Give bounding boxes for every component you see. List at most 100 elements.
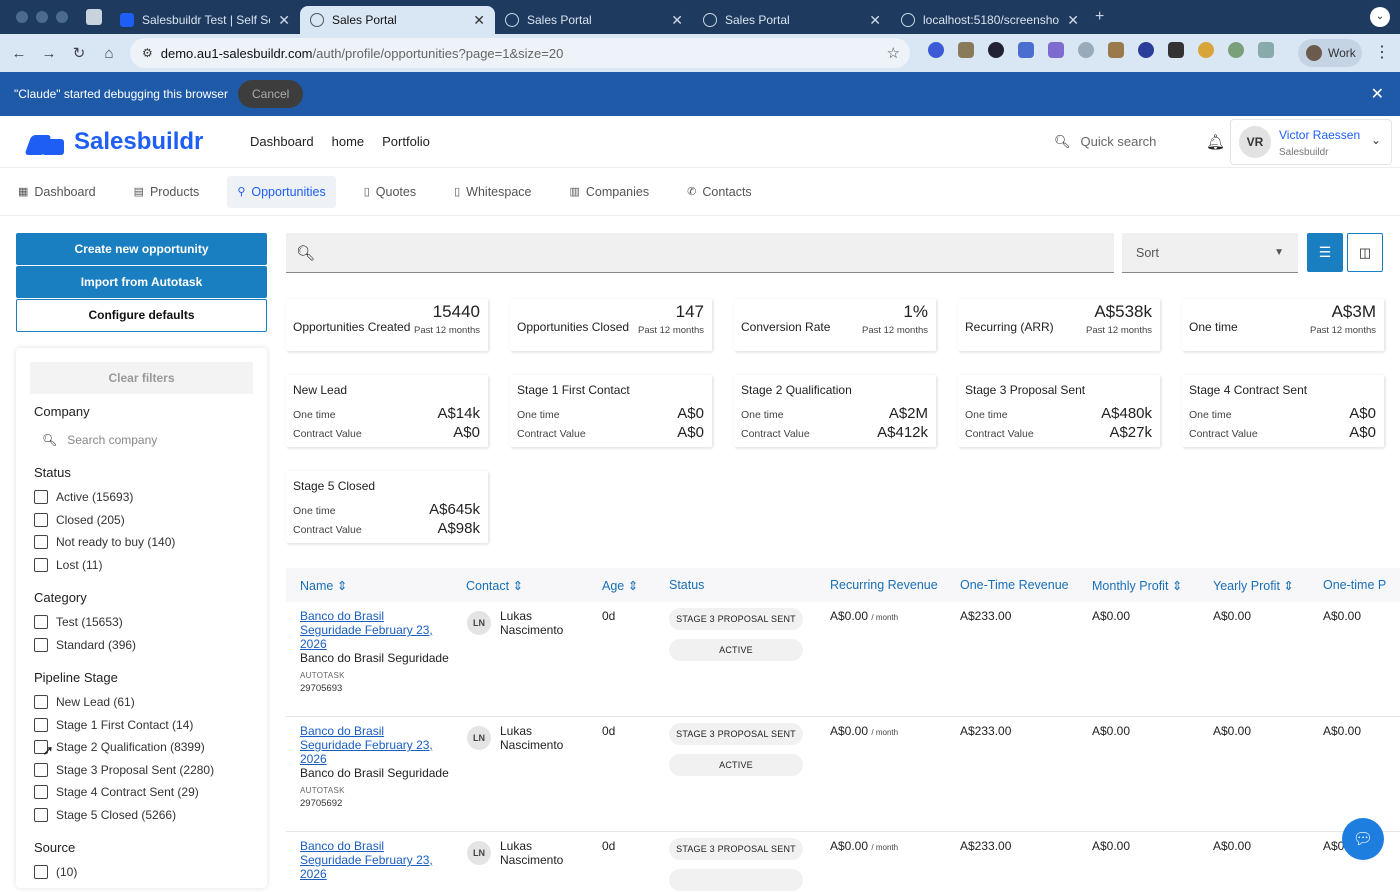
table-row[interactable]: Banco do Brasil Seguridade February 23, … — [286, 832, 1400, 892]
extension-icon[interactable] — [1168, 42, 1184, 58]
status-checkbox[interactable]: Closed (205) — [34, 509, 253, 532]
clear-filters-button[interactable]: Clear filters — [30, 362, 253, 394]
stage-card[interactable]: Stage 3 Proposal Sent One time A$480k Co… — [958, 375, 1160, 447]
extension-icon[interactable] — [1108, 42, 1124, 58]
table-row[interactable]: Banco do Brasil Seguridade February 23, … — [286, 717, 1400, 832]
sort-select[interactable]: Sort ▼ — [1122, 233, 1298, 273]
pipeline-checkbox[interactable]: New Lead (61) — [34, 691, 253, 714]
opportunity-link[interactable]: Banco do Brasil Seguridade February 23, … — [300, 724, 445, 766]
brand-logo[interactable]: Salesbuildr — [28, 128, 203, 156]
tab-list-chevron-icon[interactable]: ⌄ — [1370, 7, 1390, 27]
new-tab-icon[interactable]: + — [1095, 8, 1104, 26]
column-header-recurring[interactable]: Recurring Revenue — [830, 578, 938, 592]
pipeline-checkbox[interactable]: Stage 2 Qualification (8399) — [34, 736, 253, 759]
tab-whitespace[interactable]: ▯ Whitespace — [444, 176, 541, 208]
forward-icon[interactable]: → — [34, 45, 64, 62]
bookmark-star-icon[interactable]: ☆ — [887, 44, 900, 62]
pipeline-checkbox[interactable]: Stage 4 Contract Sent (29) — [34, 781, 253, 804]
tab-contacts[interactable]: ✆ Contacts — [677, 176, 762, 208]
status-checkbox[interactable]: Lost (11) — [34, 554, 253, 577]
close-infobar-icon[interactable]: ✕ — [1371, 84, 1384, 104]
import-autotask-button[interactable]: Import from Autotask — [16, 266, 267, 298]
browser-tab[interactable]: Salesbuildr Test | Self Service ✕ — [110, 6, 300, 34]
column-header-name[interactable]: Name ⇕ — [300, 578, 347, 593]
top-nav-dashboard[interactable]: Dashboard — [250, 134, 314, 149]
stage-card[interactable]: Stage 4 Contract Sent One time A$0 Contr… — [1182, 375, 1384, 447]
extension-icon[interactable] — [1018, 42, 1034, 58]
stage-card[interactable]: Stage 5 Closed One time A$645k Contract … — [286, 471, 488, 543]
board-view-button[interactable]: ◫ — [1347, 233, 1383, 272]
user-menu[interactable]: VR Victor Raessen Salesbuildr ⌄ — [1230, 119, 1392, 165]
column-header-one-time[interactable]: One-Time Revenue — [960, 578, 1069, 592]
close-tab-icon[interactable]: ✕ — [473, 12, 485, 29]
opportunity-search-input[interactable]: 🔍︎ — [286, 233, 1114, 273]
tab-search-icon[interactable] — [86, 9, 102, 25]
category-checkbox[interactable]: Standard (396) — [34, 634, 253, 657]
contact-name[interactable]: Lukas Nascimento — [500, 609, 580, 637]
list-view-button[interactable]: ☰ — [1307, 233, 1343, 272]
top-nav-portfolio[interactable]: Portfolio — [382, 134, 430, 149]
tab-companies[interactable]: ▥ Companies — [559, 176, 659, 208]
close-tab-icon[interactable]: ✕ — [869, 12, 881, 29]
pipeline-checkbox[interactable]: Stage 1 First Contact (14) — [34, 714, 253, 737]
top-nav-home[interactable]: home — [332, 134, 365, 149]
contact-name[interactable]: Lukas Nascimento — [500, 839, 580, 867]
close-tab-icon[interactable]: ✕ — [1067, 12, 1079, 29]
notification-bell-icon[interactable]: 🔔︎ — [1206, 133, 1225, 151]
extension-icon[interactable] — [928, 42, 944, 58]
status-checkbox[interactable]: Not ready to buy (140) — [34, 531, 253, 554]
back-icon[interactable]: ← — [4, 45, 34, 62]
url-input[interactable]: ⚙ demo.au1-salesbuildr.com /auth/profile… — [130, 38, 910, 68]
extension-icon[interactable] — [1198, 42, 1214, 58]
table-row[interactable]: Banco do Brasil Seguridade February 23, … — [286, 602, 1400, 717]
cancel-debug-button[interactable]: Cancel — [237, 80, 304, 108]
profile-button[interactable]: Work — [1298, 39, 1362, 67]
column-header-age[interactable]: Age ⇕ — [602, 578, 638, 593]
configure-defaults-button[interactable]: Configure defaults — [16, 299, 267, 332]
browser-tab[interactable]: Sales Portal ✕ — [693, 6, 891, 34]
extension-icon[interactable] — [988, 42, 1004, 58]
reload-icon[interactable]: ↻ — [64, 44, 94, 62]
extension-icon[interactable] — [958, 42, 974, 58]
pipeline-checkbox[interactable]: Stage 3 Proposal Sent (2280) — [34, 759, 253, 782]
column-header-status[interactable]: Status — [669, 578, 704, 592]
site-settings-icon[interactable]: ⚙ — [142, 46, 153, 60]
status-checkbox[interactable]: Active (15693) — [34, 486, 253, 509]
pipeline-checkbox[interactable]: Stage 5 Closed (5266) — [34, 804, 253, 827]
extension-icon[interactable] — [1138, 42, 1154, 58]
column-header-monthly-profit[interactable]: Monthly Profit ⇕ — [1092, 578, 1182, 593]
tab-products[interactable]: ▤ Products — [124, 176, 210, 208]
column-header-contact[interactable]: Contact ⇕ — [466, 578, 523, 593]
browser-tab[interactable]: Sales Portal ✕ — [495, 6, 693, 34]
close-tab-icon[interactable]: ✕ — [671, 12, 683, 29]
tab-dashboard[interactable]: ▦ Dashboard — [8, 176, 106, 208]
stage-card[interactable]: Stage 1 First Contact One time A$0 Contr… — [510, 375, 712, 447]
tab-label: Products — [149, 184, 200, 199]
browser-tab-active[interactable]: Sales Portal ✕ — [300, 6, 495, 34]
tab-quotes[interactable]: ▯ Quotes — [354, 176, 426, 208]
tab-opportunities[interactable]: ⚲ Opportunities — [227, 175, 336, 208]
extension-icon[interactable] — [1078, 42, 1094, 58]
quick-search[interactable]: 🔍︎ Quick search — [1054, 134, 1156, 150]
company-search-input[interactable]: 🔍︎ Search company — [42, 433, 253, 447]
stage-card[interactable]: Stage 2 Qualification One time A$2M Cont… — [734, 375, 936, 447]
extension-icon[interactable] — [1048, 42, 1064, 58]
create-opportunity-button[interactable]: Create new opportunity — [16, 233, 267, 265]
browser-tab[interactable]: localhost:5180/screenshot-sa ✕ — [891, 6, 1089, 34]
close-tab-icon[interactable]: ✕ — [278, 12, 290, 29]
checkbox-icon — [34, 785, 48, 800]
window-controls[interactable] — [16, 11, 68, 23]
home-icon[interactable]: ⌂ — [94, 45, 124, 62]
column-header-one-time-profit[interactable]: One-time P — [1323, 578, 1386, 592]
category-checkbox[interactable]: Test (15653) — [34, 611, 253, 634]
source-checkbox[interactable]: (10) — [34, 861, 253, 884]
browser-menu-icon[interactable]: ⋮ — [1374, 42, 1390, 62]
chat-launcher-icon[interactable]: 💬︎ — [1342, 818, 1384, 860]
extensions-puzzle-icon[interactable] — [1258, 42, 1274, 58]
column-header-yearly-profit[interactable]: Yearly Profit ⇕ — [1213, 578, 1294, 593]
extension-icon[interactable] — [1228, 42, 1244, 58]
contact-name[interactable]: Lukas Nascimento — [500, 724, 580, 752]
stage-row-label: Contract Value — [517, 428, 586, 440]
opportunity-link[interactable]: Banco do Brasil Seguridade February 23, … — [300, 609, 445, 651]
stage-card[interactable]: New Lead One time A$14k Contract Value A… — [286, 375, 488, 447]
